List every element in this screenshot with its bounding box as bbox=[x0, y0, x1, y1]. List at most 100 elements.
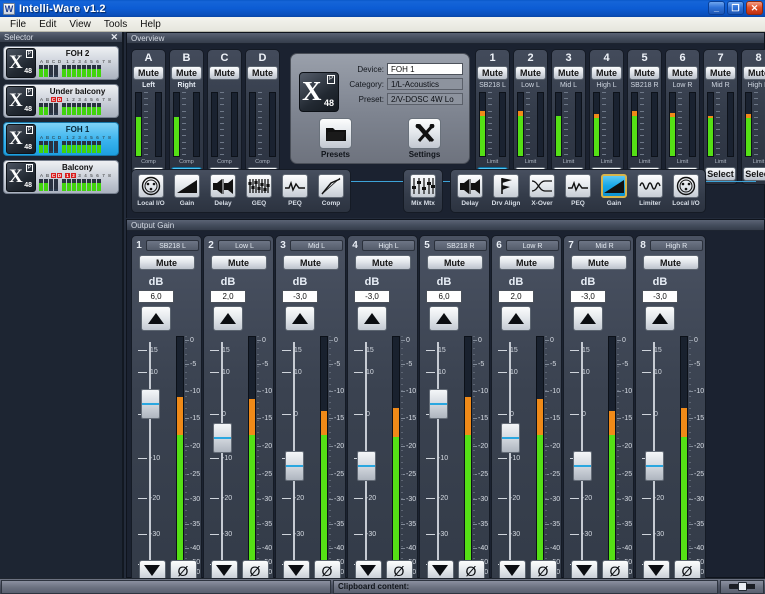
fader-handle[interactable] bbox=[213, 422, 232, 453]
output-mute-button[interactable]: Mute bbox=[138, 255, 195, 270]
gain-fader[interactable]: 15100-10-20-30-40-50-60-70-80 bbox=[424, 342, 464, 594]
output-mute-button[interactable]: Mute bbox=[426, 255, 483, 270]
gain-increase-button[interactable] bbox=[285, 306, 315, 331]
mute-button[interactable]: Mute bbox=[591, 66, 622, 80]
channel-label: 4 bbox=[84, 135, 87, 140]
gain-increase-button[interactable] bbox=[357, 306, 387, 331]
fader-handle[interactable] bbox=[501, 422, 520, 453]
output-mute-button[interactable]: Mute bbox=[498, 255, 555, 270]
gain-fader[interactable]: 15100-10-20-30-40-50-60-70-80 bbox=[640, 342, 680, 594]
gain-increase-button[interactable] bbox=[429, 306, 459, 331]
gain-fader[interactable]: 15100-10-20-30-40-50-60-70-80 bbox=[208, 342, 248, 594]
mute-button[interactable]: Mute bbox=[209, 66, 240, 80]
mute-button[interactable]: Mute bbox=[247, 66, 278, 80]
restore-button[interactable]: ❐ bbox=[727, 1, 744, 15]
limiter-wave-icon bbox=[637, 174, 663, 198]
gain-value-field[interactable]: -3,0 bbox=[354, 290, 390, 303]
output-mute-button[interactable]: Mute bbox=[282, 255, 339, 270]
output-mute-button[interactable]: Mute bbox=[354, 255, 411, 270]
mini-meter bbox=[92, 179, 96, 191]
close-button[interactable]: ✕ bbox=[746, 1, 763, 15]
mute-button[interactable]: Mute bbox=[553, 66, 584, 80]
menu-item-help[interactable]: Help bbox=[134, 18, 167, 31]
gain-fader[interactable]: 15100-10-20-30-40-50-60-70-80 bbox=[352, 342, 392, 594]
menu-item-edit[interactable]: Edit bbox=[33, 18, 62, 31]
chain-button-peq[interactable]: PEQ bbox=[563, 174, 593, 208]
channel-footer-label: Limit bbox=[486, 159, 499, 165]
chain-button-delay[interactable]: Delay bbox=[208, 174, 238, 208]
gain-increase-button[interactable] bbox=[573, 306, 603, 331]
menu-item-tools[interactable]: Tools bbox=[98, 18, 133, 31]
gain-value-field[interactable]: -3,0 bbox=[570, 290, 606, 303]
gain-value-field[interactable]: 6,0 bbox=[426, 290, 462, 303]
meter-scale-label: -15 bbox=[622, 415, 633, 422]
gain-value-field[interactable]: 2,0 bbox=[210, 290, 246, 303]
fader-handle[interactable] bbox=[573, 450, 592, 481]
gain-fader[interactable]: 15100-10-20-30-40-50-60-70-80 bbox=[280, 342, 320, 594]
gain-value-field[interactable]: 2,0 bbox=[498, 290, 534, 303]
selector-item[interactable]: X 48 P Balcony A B C D 1 2 3 4 5 6 7 8 bbox=[3, 160, 119, 194]
device-name-value[interactable]: FOH 1 bbox=[387, 63, 463, 75]
meter-scale-label: -10 bbox=[694, 388, 705, 395]
fader-handle[interactable] bbox=[429, 389, 448, 420]
chain-button-comp[interactable]: Comp bbox=[316, 174, 346, 208]
mute-button[interactable]: Mute bbox=[629, 66, 660, 80]
menu-item-file[interactable]: File bbox=[4, 18, 32, 31]
chain-button-mix-mtx[interactable]: Mix Mtx bbox=[408, 174, 438, 208]
meter-scale-label: -20 bbox=[478, 443, 489, 450]
mute-button[interactable]: Mute bbox=[477, 66, 508, 80]
menu-item-view[interactable]: View bbox=[63, 18, 97, 31]
mute-button[interactable]: Mute bbox=[705, 66, 736, 80]
chain-button-peq[interactable]: PEQ bbox=[280, 174, 310, 208]
gain-value-field[interactable]: 6,0 bbox=[138, 290, 174, 303]
selector-item[interactable]: X 48 P FOH 1ABCD12345678 bbox=[3, 122, 119, 156]
fader-handle[interactable] bbox=[357, 450, 376, 481]
selector-item[interactable]: X 48 P FOH 2ABCD12345678 bbox=[3, 46, 119, 80]
chain-button-drv-align[interactable]: Drv Align bbox=[491, 174, 521, 208]
gain-fader[interactable]: 15100-10-20-30-40-50-60-70-80 bbox=[496, 342, 536, 594]
gain-value-field[interactable]: -3,0 bbox=[282, 290, 318, 303]
mute-button[interactable]: Mute bbox=[743, 66, 765, 80]
fader-scale-label: 15 bbox=[654, 347, 662, 354]
fader-scale-label: -20 bbox=[222, 495, 233, 502]
mute-button[interactable]: Mute bbox=[515, 66, 546, 80]
mute-button[interactable]: Mute bbox=[133, 66, 164, 80]
chain-button-limiter[interactable]: Limiter bbox=[635, 174, 665, 208]
fader-scale-label: 10 bbox=[654, 369, 662, 376]
mute-button[interactable]: Mute bbox=[171, 66, 202, 80]
gain-value-field[interactable]: -3,0 bbox=[642, 290, 678, 303]
channel-label: 1 bbox=[66, 97, 69, 102]
minimize-button[interactable]: _ bbox=[708, 1, 725, 15]
mini-meter bbox=[62, 65, 66, 77]
output-mute-button[interactable]: Mute bbox=[642, 255, 699, 270]
gain-value-group: dB -3,0 bbox=[642, 276, 678, 331]
chain-button-x-over[interactable]: X-Over bbox=[527, 174, 557, 208]
chain-button-delay[interactable]: Delay bbox=[455, 174, 485, 208]
mini-meter bbox=[97, 65, 101, 77]
output-level-meter: 0-5-10-15-20-25-30-35-40-50-60 bbox=[392, 336, 416, 576]
selector-close-icon[interactable]: ✕ bbox=[110, 32, 122, 43]
gain-increase-button[interactable] bbox=[213, 306, 243, 331]
channel-label: 5 bbox=[90, 173, 93, 178]
chain-button-local-i-o[interactable]: Local I/O bbox=[671, 174, 701, 208]
gain-increase-button[interactable] bbox=[645, 306, 675, 331]
output-mute-button[interactable]: Mute bbox=[210, 255, 267, 270]
selector-item[interactable]: X 48 P Under balcony A B C D 1 2 3 4 5 6 7 8 bbox=[3, 84, 119, 118]
gain-increase-button[interactable] bbox=[501, 306, 531, 331]
mute-button[interactable]: Mute bbox=[667, 66, 698, 80]
fader-handle[interactable] bbox=[645, 450, 664, 481]
gain-increase-button[interactable] bbox=[141, 306, 171, 331]
presets-button[interactable]: Presets bbox=[316, 118, 356, 159]
chain-button-geq[interactable]: GEQ bbox=[244, 174, 274, 208]
chain-button-gain[interactable]: Gain bbox=[172, 174, 202, 208]
chain-button-gain[interactable]: Gain bbox=[599, 174, 629, 208]
fader-handle[interactable] bbox=[285, 450, 304, 481]
settings-button[interactable]: Settings bbox=[405, 118, 445, 159]
gain-fader[interactable]: 15100-10-20-30-40-50-60-70-80 bbox=[568, 342, 608, 594]
output-mute-button[interactable]: Mute bbox=[570, 255, 627, 270]
chain-button-local-i-o[interactable]: Local I/O bbox=[136, 174, 166, 208]
selector-title-label: Selector bbox=[4, 32, 34, 42]
fader-handle[interactable] bbox=[141, 389, 160, 420]
gain-fader[interactable]: 15100-10-20-30-40-50-60-70-80 bbox=[136, 342, 176, 594]
channel-label: 8 bbox=[108, 135, 111, 140]
